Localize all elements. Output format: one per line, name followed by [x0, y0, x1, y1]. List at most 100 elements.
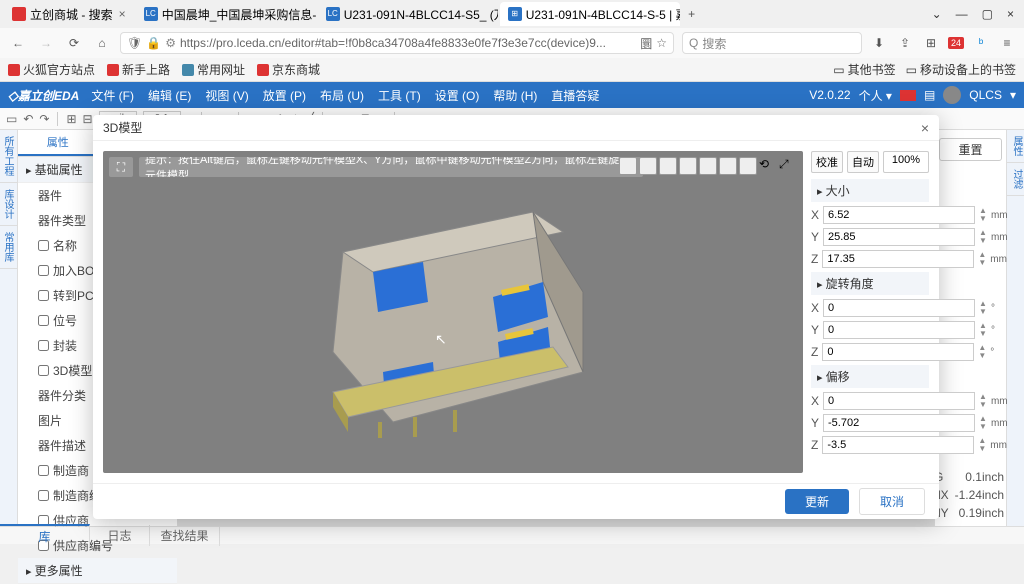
menu-layout[interactable]: 布局 (U) — [320, 87, 364, 104]
reset-button[interactable]: 重置 — [939, 138, 1002, 161]
bookmark-mobile[interactable]: ▭移动设备上的书签 — [906, 61, 1016, 78]
account-icon[interactable]: ⊞ — [922, 36, 940, 50]
tool-icon[interactable]: ⊞ — [66, 112, 76, 126]
plan-badge[interactable]: 个人 ▾ — [859, 87, 892, 104]
spinner-icon[interactable]: ▲▼ — [979, 393, 987, 409]
rail-tab-filter[interactable]: 过滤 — [1007, 163, 1024, 196]
value-input[interactable] — [822, 250, 974, 268]
settings-icon: ⚙ — [165, 36, 176, 50]
menu-help[interactable]: 帮助 (H) — [493, 87, 537, 104]
browser-tab[interactable]: LCU231-091N-4BLCC14-S5_ (万...× — [318, 2, 498, 26]
minimize-icon[interactable]: — — [956, 7, 968, 21]
menu-view[interactable]: 视图 (V) — [205, 87, 248, 104]
value-input[interactable] — [823, 206, 975, 224]
rail-tab-lib[interactable]: 库设计 — [0, 183, 17, 226]
bookmark[interactable]: 常用网址 — [182, 61, 245, 78]
value-input[interactable] — [822, 343, 974, 361]
spinner-icon[interactable]: ▲▼ — [978, 344, 986, 360]
share-icon[interactable]: ⇪ — [896, 36, 914, 50]
reader-icon[interactable]: 圜 — [640, 35, 652, 52]
value-input[interactable] — [823, 392, 975, 410]
flag-icon[interactable] — [900, 90, 916, 101]
expand-icon[interactable]: ⛶ — [109, 157, 133, 177]
browser-tab[interactable]: 立创商城 - 搜索× — [4, 2, 134, 26]
star-icon[interactable]: ☆ — [656, 36, 667, 50]
tab-properties[interactable]: 属性 — [18, 130, 98, 156]
back-button[interactable]: ← — [8, 36, 28, 50]
menu-edit[interactable]: 编辑 (E) — [148, 87, 191, 104]
modal-title-text: 3D模型 — [103, 119, 142, 136]
tool-icon[interactable]: ↶ — [23, 112, 33, 126]
rail-tab-common[interactable]: 常用库 — [0, 226, 17, 269]
tool-icon[interactable]: ▭ — [6, 112, 17, 126]
tool-icon[interactable]: ⊟ — [83, 112, 93, 126]
spinner-icon[interactable]: ▲▼ — [978, 437, 986, 453]
menu-file[interactable]: 文件 (F) — [91, 87, 134, 104]
browser-tab-active[interactable]: ⊞U231-091N-4BLCC14-S-5 | 嘉...× — [500, 2, 680, 26]
value-input[interactable] — [823, 299, 975, 317]
rail-tab-projects[interactable]: 所有工程 — [0, 130, 17, 183]
menu-settings[interactable]: 设置 (O) — [435, 87, 480, 104]
value-input[interactable] — [823, 228, 975, 246]
close-window-icon[interactable]: × — [1007, 7, 1014, 21]
chevron-down-icon[interactable]: ▾ — [1010, 88, 1016, 102]
fullscreen-icon[interactable]: ⟲ — [759, 157, 777, 175]
reload-button[interactable]: ⟳ — [64, 36, 84, 50]
notification-icon[interactable]: ▤ — [924, 88, 935, 102]
bookmark-other[interactable]: ▭其他书签 — [833, 61, 895, 78]
home-button[interactable]: ⌂ — [92, 36, 112, 50]
status-tab-find[interactable]: 查找结果 — [150, 525, 220, 546]
zoom-pct[interactable]: 100% — [883, 151, 929, 173]
modal-close-button[interactable]: × — [921, 120, 929, 136]
update-button[interactable]: 更新 — [785, 489, 849, 514]
value-input[interactable] — [823, 414, 975, 432]
cancel-button[interactable]: 取消 — [859, 488, 925, 515]
view-bottom-icon[interactable] — [719, 157, 737, 175]
url-field[interactable]: 🛡 🔒 ⚙ https://pro.lceda.cn/editor#tab=!f… — [120, 32, 674, 54]
edge-icon[interactable]: ᵇ — [972, 36, 990, 50]
bookmark[interactable]: 京东商城 — [257, 61, 320, 78]
rail-tab-prop[interactable]: 属性 — [1007, 130, 1024, 163]
download-icon[interactable]: ⬇ — [870, 36, 888, 50]
axis-label: X — [811, 394, 819, 408]
username[interactable]: QLCS — [969, 88, 1002, 102]
spinner-icon[interactable]: ▲▼ — [978, 251, 986, 267]
new-tab-button[interactable]: + — [682, 7, 702, 21]
forward-button[interactable]: → — [36, 36, 56, 50]
group-more[interactable]: ▸ 更多属性 — [18, 558, 177, 584]
menu-tools[interactable]: 工具 (T) — [378, 87, 421, 104]
calibrate-button[interactable]: 校准 — [811, 151, 843, 173]
rotate-icon[interactable]: ⤢ — [779, 157, 797, 175]
status-tab-log[interactable]: 日志 — [90, 525, 150, 546]
menu-live[interactable]: 直播答疑 — [551, 87, 599, 104]
view-right-icon[interactable] — [679, 157, 697, 175]
browser-tab[interactable]: LC中国晨坤_中国晨坤采购信息-万...× — [136, 2, 316, 26]
close-icon[interactable]: × — [119, 7, 126, 21]
view-left-icon[interactable] — [659, 157, 677, 175]
value-input[interactable] — [822, 436, 974, 454]
view-iso-icon[interactable] — [739, 157, 757, 175]
spinner-icon[interactable]: ▲▼ — [979, 207, 987, 223]
maximize-icon[interactable]: ▢ — [982, 7, 993, 21]
search-field[interactable]: Q 搜索 — [682, 32, 862, 54]
tool-icon[interactable]: ↷ — [39, 112, 49, 126]
menu-place[interactable]: 放置 (P) — [263, 87, 306, 104]
version: V2.0.22 — [809, 88, 850, 102]
chevron-down-icon[interactable]: ⌄ — [932, 7, 942, 21]
avatar[interactable] — [943, 86, 961, 104]
spinner-icon[interactable]: ▲▼ — [979, 229, 987, 245]
viewer-3d[interactable]: ⛶ 提示：按住Alt键后，鼠标左键移动元件模型X、Y方向，鼠标中键移动元件模型Z… — [103, 151, 803, 473]
auto-button[interactable]: 自动 — [847, 151, 879, 173]
section-size: ▸ 大小 — [811, 179, 929, 202]
bookmark[interactable]: 火狐官方站点 — [8, 61, 95, 78]
spinner-icon[interactable]: ▲▼ — [979, 322, 987, 338]
spinner-icon[interactable]: ▲▼ — [979, 300, 987, 316]
spinner-icon[interactable]: ▲▼ — [979, 415, 987, 431]
unit-label: ° — [990, 347, 994, 358]
menu-icon[interactable]: ≡ — [998, 36, 1016, 50]
notifications-badge[interactable]: 24 — [948, 37, 964, 49]
view-top-icon[interactable] — [699, 157, 717, 175]
value-input[interactable] — [823, 321, 975, 339]
view-back-icon[interactable] — [639, 157, 657, 175]
bookmark[interactable]: 新手上路 — [107, 61, 170, 78]
